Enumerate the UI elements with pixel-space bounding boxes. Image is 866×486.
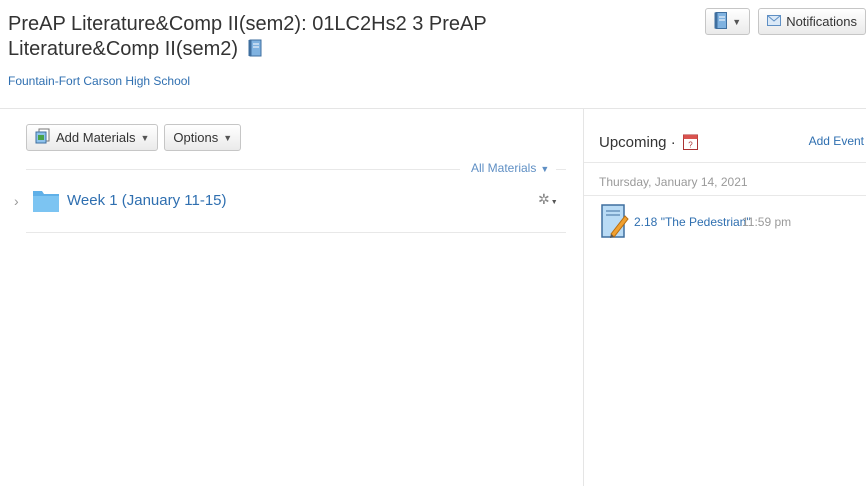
row-divider (26, 232, 566, 233)
chevron-down-icon: ▼ (140, 132, 150, 143)
upcoming-date: Thursday, January 14, 2021 (599, 175, 748, 189)
calendar-icon: ? (682, 133, 698, 154)
notifications-button[interactable]: Notifications (758, 8, 866, 35)
assignment-time: 11:59 pm (742, 215, 792, 229)
school-link[interactable]: Fountain-Fort Carson High School (8, 74, 190, 88)
chevron-down-icon: ▼ (223, 132, 233, 143)
page-title: PreAP Literature&Comp II(sem2): 01LC2Hs2… (8, 12, 568, 64)
date-divider (584, 195, 866, 196)
upcoming-title-text: Upcoming · (599, 134, 676, 151)
options-label: Options (173, 130, 219, 145)
notebook-icon (714, 11, 728, 32)
chevron-down-icon: ▼ (732, 16, 742, 27)
header-actions: ▼ Notifications (705, 8, 866, 35)
upcoming-heading: Upcoming · ? (599, 133, 698, 154)
chevron-right-icon[interactable]: › (14, 193, 19, 209)
course-menu-button[interactable]: ▼ (705, 8, 751, 35)
filter-label: All Materials (471, 161, 537, 175)
notebook-icon (248, 39, 262, 64)
materials-toolbar: Add Materials ▼ Options ▼ (26, 124, 242, 151)
gear-icon[interactable]: ✲▼ (538, 191, 558, 208)
assignment-link[interactable]: 2.18 "The Pedestrian" (634, 215, 751, 229)
upcoming-divider (584, 162, 866, 163)
filter-divider-right (556, 169, 566, 170)
assignment-icon (601, 204, 629, 245)
add-materials-icon (35, 128, 51, 147)
add-materials-label: Add Materials (56, 130, 136, 145)
filter-divider-left (26, 169, 460, 170)
column-divider (583, 108, 584, 486)
svg-text:?: ? (688, 141, 693, 150)
add-materials-button[interactable]: Add Materials ▼ (26, 124, 159, 151)
list-item: › Week 1 (January 11-15) ✲▼ (0, 183, 566, 233)
options-button[interactable]: Options ▼ (164, 124, 242, 151)
envelope-icon (767, 14, 782, 29)
all-materials-filter[interactable]: All Materials ▼ (471, 161, 549, 175)
notifications-label: Notifications (786, 14, 857, 29)
folder-title-link[interactable]: Week 1 (January 11-15) (67, 192, 227, 209)
add-event-link[interactable]: Add Event (809, 134, 864, 148)
folder-icon (32, 186, 60, 219)
header-divider (0, 108, 866, 109)
chevron-down-icon: ▼ (540, 164, 550, 174)
